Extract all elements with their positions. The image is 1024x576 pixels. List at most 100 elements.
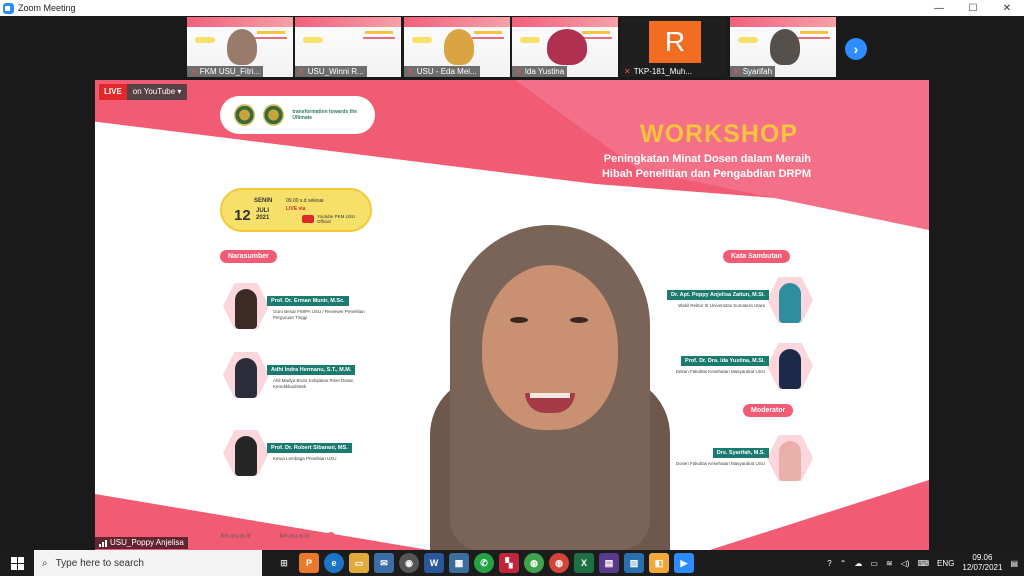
slide-subtitle-line: Hibah Penelitian dan Pengabdian DRPM <box>601 168 811 180</box>
speaker-name: Prof. Dr. Robert Sibarani, MS. <box>267 443 352 453</box>
speaker-name: Adhi Indra Hermanu, S.T., M.M. <box>267 365 356 375</box>
participant-name: USU_Winni R... <box>307 67 364 76</box>
slide-subtitle-line: Peningkatan Minat Dosen dalam Meraih <box>603 153 811 165</box>
app-icon[interactable]: ▤ <box>599 553 619 573</box>
participant-tile[interactable]: ✕ USU_Winni R... <box>295 17 401 77</box>
word-icon[interactable]: W <box>424 553 444 573</box>
search-placeholder: Type here to search <box>55 557 144 569</box>
slide-date-num: 12 <box>234 207 251 224</box>
mic-muted-icon: ✕ <box>190 67 197 76</box>
taskbar-apps: ⊞ P e ▭ ✉ ◉ W ▦ ✆ ▚ ◍ ◍ X ▤ ▨ ◧ ▶ <box>274 553 694 573</box>
participant-video <box>227 29 257 65</box>
kata-sambutan-tag: Kata Sambutan <box>723 250 790 263</box>
speaker-role: Guru Besar FMIPA USU / Reviewer Peneliti… <box>273 309 365 320</box>
windows-taskbar: ⌕ Type here to search ⊞ P e ▭ ✉ ◉ W ▦ ✆ … <box>0 550 1024 576</box>
next-page-button[interactable]: › <box>845 38 867 60</box>
slide-decoration <box>709 480 929 550</box>
speaker-role: Dosen Fakultas Kesehatan Masyarakat USU <box>675 461 765 466</box>
faculty-seal-icon <box>263 104 285 126</box>
participant-tile[interactable]: ✕ Ida Yustina <box>512 17 618 77</box>
slide-logos: transformation towards the Ultimate <box>220 96 375 134</box>
participant-strip: ✕ FKM USU_Fitri... ✕ USU_Winni R... ✕ USU -… <box>0 16 1024 78</box>
notification-icon[interactable]: ▤ <box>1010 559 1018 568</box>
slide-date-pill: SENIN 12 JULI 2021 09.00 s.d selesai LIVE… <box>220 188 372 232</box>
search-icon: ⌕ <box>42 557 48 569</box>
language-indicator[interactable]: ENG <box>937 559 954 568</box>
speaker-card: Adhi Indra Hermanu, S.T., M.M. Ahli Mady… <box>223 352 393 398</box>
onedrive-icon[interactable]: ☁ <box>854 559 862 568</box>
volume-icon[interactable]: ◁) <box>901 559 910 568</box>
system-tray: ? ⌃ ☁ ▭ ≋ ◁) ⌨ ENG 09.06 12/07/2021 ▤ <box>827 550 1018 576</box>
slide-live-via: LIVE via <box>286 206 306 212</box>
participant-name: Syarifah <box>742 67 773 76</box>
battery-icon[interactable]: ▭ <box>870 559 878 568</box>
slide-day: SENIN <box>254 198 273 204</box>
speaker-name: Drs. Syarifah, M.S. <box>712 448 769 458</box>
slide-youtube-label: Youtube PKM USU Official <box>317 214 356 224</box>
participant-name: Ida Yustina <box>524 67 565 76</box>
instagram-icon <box>326 532 335 540</box>
slide-footer-text: fkm.usu.ac.id <box>221 533 251 540</box>
photos-icon[interactable]: ▨ <box>624 553 644 573</box>
taskbar-search-box[interactable]: ⌕ Type here to search <box>34 550 262 576</box>
chrome-icon[interactable]: ◍ <box>524 553 544 573</box>
slide-year: 2021 <box>256 215 270 221</box>
participant-tile[interactable]: ✕ USU - Eda Mei... <box>404 17 510 77</box>
start-button[interactable] <box>0 550 34 576</box>
minimize-button[interactable]: — <box>922 3 956 14</box>
edge-icon[interactable]: e <box>324 553 344 573</box>
chrome-profile-icon[interactable]: ◍ <box>549 553 569 573</box>
participant-tile[interactable]: ✕ FKM USU_Fitri... <box>187 17 293 77</box>
whatsapp-icon[interactable]: ✆ <box>474 553 494 573</box>
app-icon[interactable]: ◧ <box>649 553 669 573</box>
file-explorer-icon[interactable]: ▭ <box>349 553 369 573</box>
powerpoint-icon[interactable]: P <box>299 553 319 573</box>
slide-footer-item <box>326 532 338 540</box>
slide-subtitle: Peningkatan Minat Dosen dalam Meraih Hib… <box>511 152 811 182</box>
chevron-up-icon[interactable]: ⌃ <box>840 559 847 568</box>
slide-footer-item: fkm.usu.ac.id <box>210 532 250 540</box>
live-label: LIVE <box>99 84 127 100</box>
task-view-icon[interactable]: ⊞ <box>274 553 294 573</box>
live-stream-badge[interactable]: LIVE on YouTube ▾ <box>99 84 188 100</box>
participant-video <box>770 29 800 65</box>
zoom-icon[interactable]: ▶ <box>674 553 694 573</box>
slide-logo-text: transformation towards the Ultimate <box>292 109 358 121</box>
participant-name: TKP-181_Muh... <box>633 67 692 76</box>
speaker-card: Prof. Dr. Robert Sibarani, MS. Ketua Lem… <box>223 430 393 476</box>
speaker-role: Ketua Lembaga Penelitian USU <box>273 456 337 461</box>
participant-tile[interactable]: R ✕ TKP-181_Muh... <box>621 17 727 77</box>
window-titlebar: Zoom Meeting — ☐ ✕ <box>0 0 1024 16</box>
slide-time: 09.00 s.d selesai <box>286 198 324 204</box>
store-icon[interactable]: ▚ <box>499 553 519 573</box>
window-title: Zoom Meeting <box>18 3 76 13</box>
stream-platform-dropdown[interactable]: on YouTube ▾ <box>126 84 188 100</box>
participant-tile[interactable]: ✕ Syarifah <box>730 17 836 77</box>
narasumber-tag: Narasumber <box>220 250 277 263</box>
web-icon <box>210 532 218 540</box>
signal-bars-icon <box>99 539 107 547</box>
university-seal-icon <box>234 104 256 126</box>
slide-month-text: JULI <box>256 208 270 214</box>
slide-month: JULI 2021 <box>256 208 269 222</box>
slide-title: WORKSHOP <box>640 120 798 148</box>
keyboard-icon[interactable]: ⌨ <box>918 559 930 568</box>
mic-muted-icon: ✕ <box>733 67 740 76</box>
media-player-icon[interactable]: ◉ <box>399 553 419 573</box>
close-button[interactable]: ✕ <box>990 3 1024 14</box>
help-icon[interactable]: ? <box>827 559 831 568</box>
mic-muted-icon: ✕ <box>624 67 631 76</box>
slide-footer: fkm.usu.ac.id fkm.usu.ac.id <box>210 532 338 540</box>
speaker-role: Dekan Fakultas Kesehatan Masyarakat USU <box>675 369 765 374</box>
calculator-icon[interactable]: ▦ <box>449 553 469 573</box>
wifi-icon[interactable]: ≋ <box>886 559 893 568</box>
slide-footer-text: fkm.usu.ac.id <box>279 533 309 540</box>
mic-muted-icon: ✕ <box>407 67 414 76</box>
maximize-button[interactable]: ☐ <box>956 3 990 14</box>
mail-icon[interactable]: ✉ <box>374 553 394 573</box>
speaker-name: Prof. Dr. Erman Munir, M.Sc. <box>267 296 349 306</box>
active-speaker-video: LIVE on YouTube ▾ transformation towards… <box>95 80 929 550</box>
excel-icon[interactable]: X <box>574 553 594 573</box>
speaker-name: Prof. Dr. Dra. Ida Yustina, M.Si. <box>681 356 769 366</box>
taskbar-clock[interactable]: 09.06 12/07/2021 <box>962 553 1002 573</box>
